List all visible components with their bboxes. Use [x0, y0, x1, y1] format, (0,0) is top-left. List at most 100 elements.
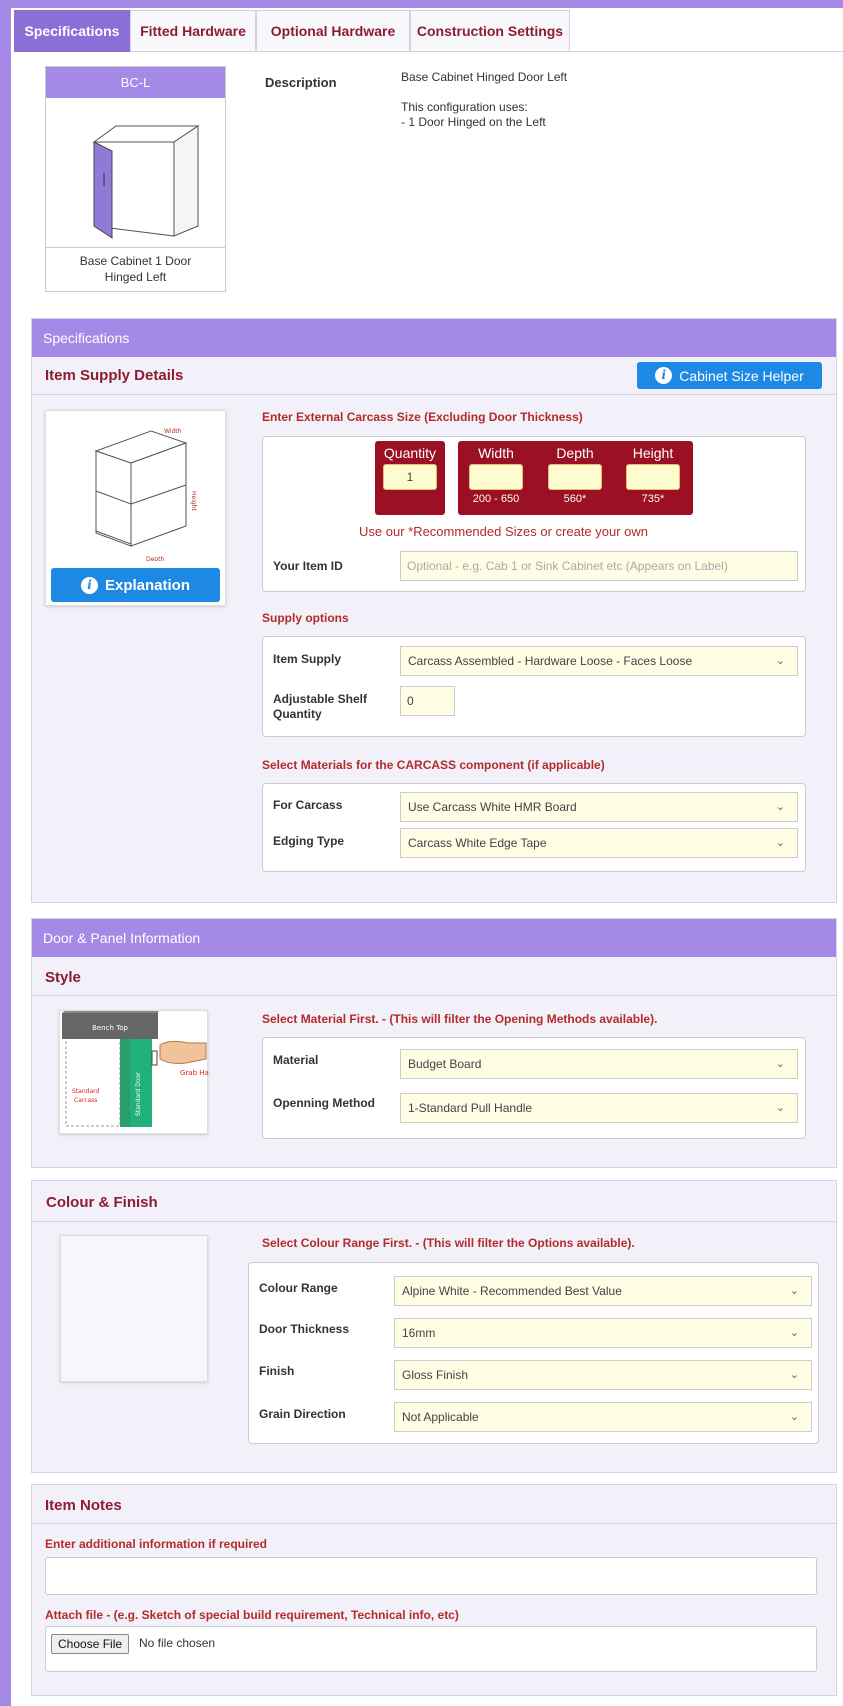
chevron-down-icon: ⌄	[775, 801, 785, 813]
standard-carcass-text-2: Carcass	[74, 1097, 97, 1104]
item-supply-value: Carcass Assembled - Hardware Loose - Fac…	[408, 654, 693, 668]
depth-input[interactable]	[548, 464, 602, 490]
width-label: Width	[478, 445, 514, 461]
finish-label: Finish	[259, 1364, 295, 1378]
grab-handle-text: Grab Handle	[180, 1069, 209, 1077]
supply-options-label: Supply options	[262, 611, 349, 625]
door-thickness-value: 16mm	[402, 1326, 436, 1340]
depth-label: Depth	[556, 445, 594, 461]
cabinet-size-helper-button[interactable]: i Cabinet Size Helper	[637, 362, 822, 389]
edging-type-value: Carcass White Edge Tape	[408, 836, 547, 850]
quantity-input[interactable]: 1	[383, 464, 437, 490]
chevron-down-icon: ⌄	[775, 655, 785, 667]
material-first-label: Select Material First. - (This will filt…	[262, 1012, 658, 1026]
tab-fitted-hardware[interactable]: Fitted Hardware	[130, 10, 256, 52]
item-supply-title: Item Supply Details	[45, 367, 184, 384]
chevron-down-icon: ⌄	[775, 837, 785, 849]
item-supply-label: Item Supply	[273, 652, 342, 666]
item-notes-title: Item Notes	[45, 1497, 122, 1514]
explanation-label: Explanation	[104, 576, 190, 594]
divider	[32, 1523, 836, 1524]
recommended-sizes-note: Use our *Recommended Sizes or create you…	[359, 524, 649, 539]
carcass-size-label: Enter External Carcass Size (Excluding D…	[262, 410, 583, 424]
height-input[interactable]	[626, 464, 680, 490]
finish-select[interactable]: Gloss Finish ⌄	[394, 1360, 812, 1390]
explanation-button[interactable]: i Explanation	[51, 568, 220, 602]
door-style-image-card: Bench Top Grab Handle Standard Carcass S…	[59, 1007, 224, 1134]
no-file-text: No file chosen	[139, 1636, 216, 1650]
grain-direction-select[interactable]: Not Applicable ⌄	[394, 1402, 812, 1432]
chevron-down-icon: ⌄	[789, 1411, 799, 1423]
for-carcass-label: For Carcass	[273, 798, 343, 812]
adjustable-shelf-label-line2: Quantity	[273, 707, 322, 721]
carcass-image-card: Width Depth Height i Explanation	[45, 410, 226, 606]
description-line: - 1 Door Hinged on the Left	[401, 115, 546, 129]
base-cabinet-image	[92, 125, 200, 239]
style-title: Style	[45, 969, 81, 986]
for-carcass-value: Use Carcass White HMR Board	[408, 800, 577, 814]
chevron-down-icon: ⌄	[775, 1058, 785, 1070]
colour-range-value: Alpine White - Recommended Best Value	[402, 1284, 622, 1298]
depth-cell: Depth 560*	[540, 441, 610, 515]
carcass-diagram: Width Depth Height	[94, 428, 197, 563]
chevron-down-icon: ⌄	[789, 1285, 799, 1297]
additional-info-textarea[interactable]	[45, 1557, 817, 1595]
colour-range-first-label: Select Colour Range First. - (This will …	[262, 1236, 635, 1250]
opening-method-select[interactable]: 1-Standard Pull Handle ⌄	[400, 1093, 798, 1123]
divider	[32, 1221, 836, 1222]
standard-door-text: Standard Door	[135, 1072, 142, 1116]
carcass-materials-label: Select Materials for the CARCASS compone…	[262, 758, 605, 772]
edging-type-select[interactable]: Carcass White Edge Tape ⌄	[400, 828, 798, 858]
adjustable-shelf-input[interactable]: 0	[400, 686, 455, 716]
colour-finish-title: Colour & Finish	[46, 1194, 158, 1211]
grain-direction-label: Grain Direction	[259, 1407, 346, 1421]
cabinet-summary-card: BC-L Base Cabinet 1 Door Hinged Left	[45, 66, 226, 292]
additional-info-label: Enter additional information if required	[45, 1537, 268, 1551]
width-input[interactable]	[469, 464, 523, 490]
cabinet-caption: Base Cabinet 1 Door Hinged Left	[46, 247, 225, 291]
door-thickness-select[interactable]: 16mm ⌄	[394, 1318, 812, 1348]
height-label: Height	[632, 445, 674, 461]
depth-hint: 560*	[563, 493, 587, 505]
material-label: Material	[273, 1053, 319, 1067]
edging-type-label: Edging Type	[273, 834, 345, 848]
item-supply-select[interactable]: Carcass Assembled - Hardware Loose - Fac…	[400, 646, 798, 676]
item-id-label: Your Item ID	[273, 559, 343, 573]
svg-text:Height: Height	[190, 491, 197, 511]
file-upload-box: Choose File No file chosen	[45, 1626, 817, 1672]
top-accent-bar	[0, 0, 843, 8]
bench-top-text: Bench Top	[92, 1024, 128, 1032]
for-carcass-select[interactable]: Use Carcass White HMR Board ⌄	[400, 792, 798, 822]
description-text: Base Cabinet Hinged Door Left This confi…	[401, 70, 567, 130]
height-cell: Height 735*	[618, 441, 688, 515]
material-select[interactable]: Budget Board ⌄	[400, 1049, 798, 1079]
dimension-inputs: Quantity 1 Width 200 - 650 Depth 560* He…	[375, 441, 693, 515]
description-line: This configuration uses:	[401, 100, 528, 114]
width-hint: 200 - 650	[472, 493, 520, 505]
grain-direction-value: Not Applicable	[402, 1410, 479, 1424]
description-line: Base Cabinet Hinged Door Left	[401, 70, 568, 84]
tab-construction-settings[interactable]: Construction Settings	[410, 10, 570, 52]
adjustable-shelf-label: Adjustable Shelf Quantity	[273, 692, 367, 722]
tab-optional-hardware[interactable]: Optional Hardware	[256, 10, 410, 52]
quantity-cell: Quantity 1	[375, 441, 445, 515]
info-icon: i	[80, 576, 98, 594]
chevron-down-icon: ⌄	[789, 1369, 799, 1381]
chevron-down-icon: ⌄	[775, 1102, 785, 1114]
quantity-label: Quantity	[383, 445, 437, 461]
divider	[32, 995, 836, 996]
door-thickness-label: Door Thickness	[259, 1322, 350, 1336]
opening-method-value: 1-Standard Pull Handle	[408, 1101, 533, 1115]
colour-range-select[interactable]: Alpine White - Recommended Best Value ⌄	[394, 1276, 812, 1306]
svg-text:Width: Width	[164, 428, 182, 435]
colour-swatch	[60, 1235, 208, 1382]
colour-range-label: Colour Range	[259, 1281, 338, 1295]
attach-file-label: Attach file - (e.g. Sketch of special bu…	[45, 1608, 459, 1622]
cabinet-size-helper-label: Cabinet Size Helper	[679, 367, 804, 384]
choose-file-button[interactable]: Choose File	[51, 1634, 130, 1654]
tab-specifications[interactable]: Specifications	[14, 10, 130, 52]
door-style-diagram: Bench Top Grab Handle Standard Carcass S…	[62, 1007, 224, 1127]
opening-method-label: Openning Method	[273, 1096, 375, 1110]
item-id-input[interactable]: Optional - e.g. Cab 1 or Sink Cabinet et…	[400, 551, 798, 581]
tab-bar: Specifications Fitted Hardware Optional …	[14, 10, 843, 52]
